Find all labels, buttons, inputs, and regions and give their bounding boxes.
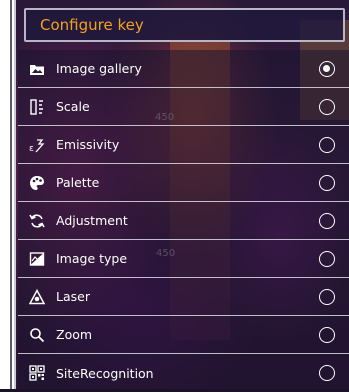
- panel-header: Configure key: [24, 8, 345, 42]
- key-option-list: Image gallery Scale ε Emissivity Palette: [18, 50, 349, 389]
- option-label: Image gallery: [56, 61, 142, 76]
- image-type-icon: [28, 250, 46, 268]
- option-site-recognition[interactable]: SiteRecognition: [18, 354, 349, 392]
- option-scale[interactable]: Scale: [18, 88, 349, 126]
- option-laser[interactable]: Laser: [18, 278, 349, 316]
- radio-button[interactable]: [319, 250, 335, 267]
- option-emissivity[interactable]: ε Emissivity: [18, 126, 349, 164]
- option-adjustment[interactable]: Adjustment: [18, 202, 349, 240]
- option-label: Palette: [56, 175, 100, 190]
- palette-icon: [28, 174, 46, 192]
- option-zoom[interactable]: Zoom: [18, 316, 349, 354]
- option-image-type[interactable]: Image type: [18, 240, 349, 278]
- radio-button[interactable]: [319, 60, 335, 77]
- option-label: Adjustment: [56, 213, 128, 228]
- radio-button[interactable]: [319, 365, 335, 381]
- emissivity-icon: ε: [28, 136, 46, 154]
- option-label: Emissivity: [56, 137, 120, 152]
- option-label: Laser: [56, 289, 90, 304]
- radio-button[interactable]: [319, 326, 335, 343]
- option-label: Image type: [56, 251, 128, 266]
- option-label: SiteRecognition: [56, 365, 154, 381]
- zoom-icon: [28, 326, 46, 344]
- configure-key-panel: Configure key Image gallery Scale ε Emis…: [14, 0, 349, 389]
- option-palette[interactable]: Palette: [18, 164, 349, 202]
- site-recognition-icon: [28, 364, 46, 382]
- option-label: Zoom: [56, 327, 93, 342]
- laser-icon: [28, 288, 46, 306]
- radio-button[interactable]: [319, 136, 335, 153]
- option-image-gallery[interactable]: Image gallery: [18, 50, 349, 88]
- radio-button[interactable]: [319, 288, 335, 305]
- svg-text:ε: ε: [29, 144, 34, 153]
- option-label: Scale: [56, 99, 90, 114]
- radio-button[interactable]: [319, 98, 335, 115]
- radio-button[interactable]: [319, 174, 335, 191]
- image-gallery-icon: [28, 60, 46, 78]
- scale-icon: [28, 98, 46, 116]
- adjustment-icon: [28, 212, 46, 230]
- radio-button[interactable]: [319, 212, 335, 229]
- page-title: Configure key: [40, 16, 144, 34]
- left-edge-strip: [0, 0, 14, 389]
